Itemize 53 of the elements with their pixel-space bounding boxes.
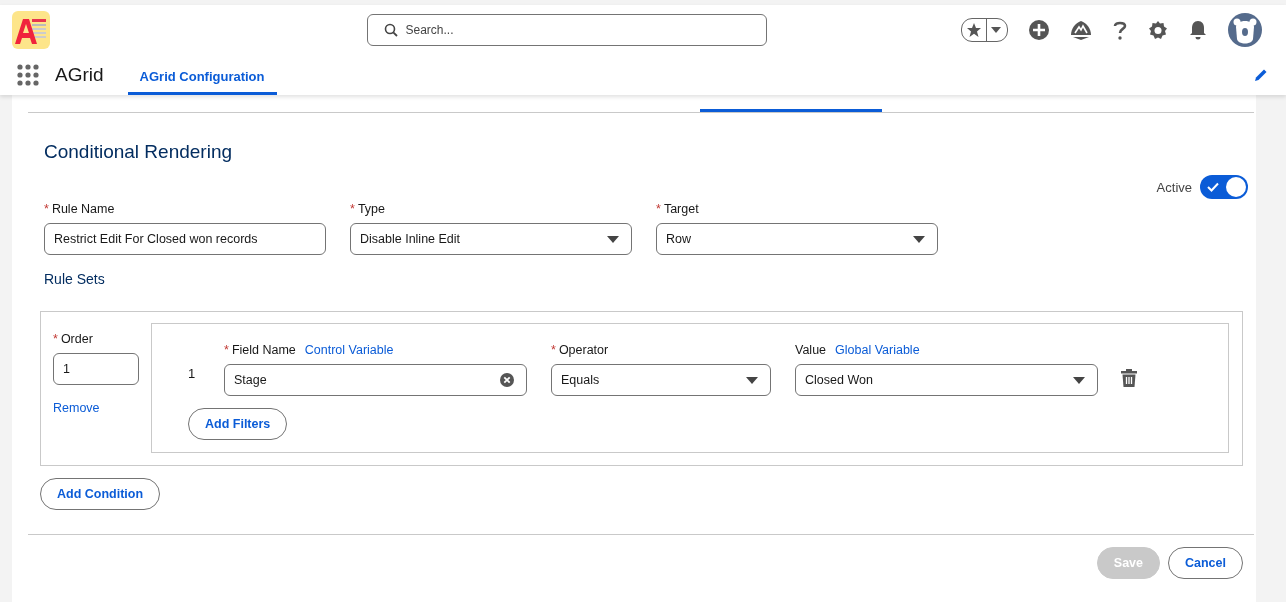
select-field[interactable]: Row [656, 223, 938, 255]
section-title: Conditional Rendering [44, 141, 233, 163]
required-mark: * [224, 343, 229, 357]
app-name: AGrid [55, 64, 104, 86]
field-label: Rule Name [51, 202, 115, 216]
check-icon [1207, 182, 1219, 192]
required-mark: * [350, 202, 355, 216]
section-heading: Rule Sets [44, 271, 106, 287]
required-mark: * [44, 202, 49, 216]
caret-icon [1073, 376, 1085, 384]
caret-icon [607, 235, 619, 243]
caret-icon [746, 376, 758, 384]
variable-link[interactable]: Control Variable [304, 343, 394, 357]
edit-icon[interactable] [1254, 68, 1268, 82]
required-mark: * [656, 202, 661, 216]
variable-link[interactable]: Global Variable [835, 343, 920, 357]
add-icon[interactable] [1028, 19, 1050, 41]
settings-icon[interactable] [1148, 20, 1168, 40]
field-label: Value [795, 343, 827, 357]
select-field[interactable]: Closed Won [795, 364, 1098, 396]
required-mark: * [551, 343, 556, 357]
field-label: Order [60, 332, 93, 346]
caret-icon [991, 27, 1001, 33]
input-field[interactable]: Restrict Edit For Closed won records [44, 223, 326, 255]
select-field[interactable]: Disable Inline Edit [350, 223, 632, 255]
active-toggle[interactable] [1200, 175, 1248, 199]
required-mark: * [53, 332, 58, 346]
app-launcher-icon[interactable] [17, 64, 39, 86]
help-icon[interactable] [1112, 20, 1128, 40]
field-label: Target [663, 202, 699, 216]
search-field[interactable]: Search... [366, 14, 767, 46]
trailhead-icon[interactable] [1070, 20, 1092, 40]
search-icon [383, 23, 398, 37]
remove-link[interactable]: Remove [53, 401, 139, 415]
field-label: Operator [558, 343, 609, 357]
field-label: Type [357, 202, 385, 216]
field-label: Field Name [231, 343, 296, 357]
avatar-icon[interactable] [1228, 13, 1262, 47]
filter-number: 1 [188, 365, 197, 383]
input-field[interactable]: Stage [224, 364, 527, 396]
notifications-icon[interactable] [1188, 20, 1208, 40]
delete-icon[interactable] [1121, 369, 1137, 387]
caret-icon [913, 235, 925, 243]
input-field[interactable]: 1 [53, 353, 139, 385]
toggle-label: Active [1156, 179, 1192, 195]
app-logo[interactable] [12, 11, 50, 49]
add-condition-button[interactable]: Add Condition [40, 478, 161, 510]
star-icon [966, 22, 982, 38]
clear-icon[interactable] [500, 373, 514, 387]
favorites-button[interactable] [961, 18, 1008, 42]
select-field[interactable]: Equals [551, 364, 771, 396]
cancel-button[interactable]: Cancel [1168, 547, 1243, 579]
add-filters-button[interactable]: Add Filters [188, 408, 288, 440]
